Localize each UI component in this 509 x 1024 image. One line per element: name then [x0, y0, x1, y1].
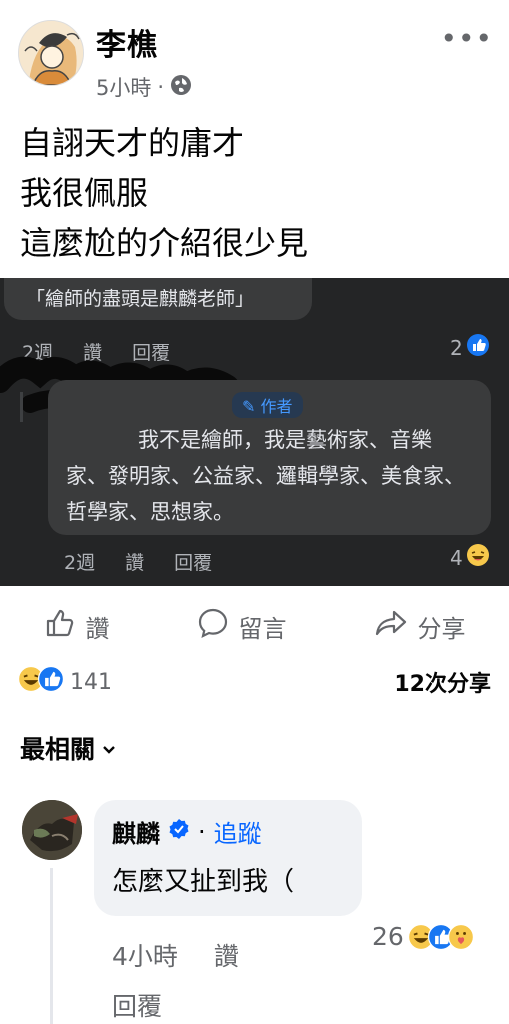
post-time[interactable]: 5小時 — [96, 72, 151, 102]
post-line: 自詡天才的庸才 — [20, 124, 245, 162]
commenter-avatar[interactable] — [22, 800, 82, 860]
share-count[interactable]: 12次分享 — [394, 666, 491, 698]
post-body: 自詡天才的庸才 我很佩服 這麼尬的介紹很少見 — [20, 118, 308, 268]
comment-header: 麒麟 · 追蹤 — [112, 814, 362, 849]
quoted-comment-bubble: 「繪師的盡頭是麒麟老師」 — [4, 278, 312, 320]
post-header: 李樵 5小時 · ••• — [0, 0, 509, 110]
follow-button[interactable]: 追蹤 — [214, 814, 262, 849]
share-arrow-icon — [374, 607, 408, 645]
chevron-down-icon — [101, 734, 117, 763]
comment-time[interactable]: 4小時 — [112, 942, 178, 971]
sort-label: 最相關 — [20, 735, 96, 764]
comment-bubble: 麒麟 · 追蹤 怎麼又扯到我（ — [94, 800, 362, 916]
like-reaction-icon — [38, 666, 64, 698]
verified-badge-icon — [168, 818, 190, 846]
reply-time: 2週 — [64, 552, 96, 574]
comment-reactions[interactable]: 26 — [372, 922, 474, 951]
post-stats: 141 12次分享 — [18, 664, 491, 700]
haha-reaction-icon — [466, 544, 489, 571]
comment-button[interactable]: 留言 — [197, 607, 287, 645]
reaction-icons — [407, 923, 474, 950]
comment-reaction-count: 26 — [372, 922, 404, 951]
comment-sort-dropdown[interactable]: 最相關 — [20, 730, 117, 766]
more-options-button[interactable]: ••• — [440, 22, 493, 55]
quoted-comment-text: 「繪師的盡頭是麒麟老師」 — [26, 288, 255, 310]
meta-dot: · — [198, 817, 206, 846]
commenter-name[interactable]: 麒麟 — [112, 814, 160, 849]
embedded-screenshot[interactable]: 「繪師的盡頭是麒麟老師」 2週 讚 回覆 2 我不是繪師，我是藝術家、音樂家、發… — [0, 278, 509, 586]
post-action-bar: 讚 留言 分享 — [0, 596, 509, 656]
share-label: 分享 — [417, 614, 466, 643]
reaction-count: 141 — [70, 669, 112, 695]
author-name[interactable]: 李樵 — [96, 20, 158, 64]
post-line: 我很佩服 — [20, 174, 149, 212]
care-reaction-icon — [447, 923, 474, 950]
like-link: 讚 — [125, 552, 145, 574]
comment-meta: 4小時 讚 回覆 — [112, 932, 239, 1024]
comment-bubble-icon — [197, 607, 229, 645]
post-meta: 5小時 · — [96, 72, 192, 102]
pencil-icon: ✎ — [242, 397, 261, 416]
reaction-number: 4 — [450, 545, 463, 570]
reaction-number: 2 — [450, 335, 463, 360]
like-label: 讚 — [85, 614, 110, 643]
like-button[interactable]: 讚 — [44, 607, 110, 645]
meta-dot: · — [157, 75, 165, 99]
author-reply-text: 我不是繪師，我是藝術家、音樂家、發明家、公益家、邏輯學家、美食家、哲學家、思想家… — [66, 428, 465, 524]
author-badge-label: 作者 — [260, 397, 293, 416]
comment-reply-link[interactable]: 回覆 — [112, 992, 162, 1021]
reply-reaction-count: 4 — [450, 544, 489, 571]
reply-link: 回覆 — [174, 552, 213, 574]
reaction-summary[interactable]: 141 — [18, 666, 112, 698]
share-button[interactable]: 分享 — [374, 607, 466, 645]
reply-thread-line — [50, 868, 53, 1024]
comment-label: 留言 — [238, 614, 287, 643]
author-badge: ✎ 作者 — [232, 392, 303, 418]
reply-actions: 2週 讚 回覆 — [64, 548, 212, 575]
post-line: 這麼尬的介紹很少見 — [20, 224, 309, 262]
like-reaction-icon — [466, 334, 489, 361]
comment-reaction-count: 2 — [450, 334, 489, 361]
comment-like-link[interactable]: 讚 — [214, 942, 239, 971]
comment-text: 怎麼又扯到我（ — [112, 867, 295, 897]
thread-line — [20, 392, 23, 422]
thumbs-up-icon — [44, 607, 76, 645]
author-avatar[interactable] — [18, 20, 84, 86]
globe-icon — [170, 74, 192, 101]
